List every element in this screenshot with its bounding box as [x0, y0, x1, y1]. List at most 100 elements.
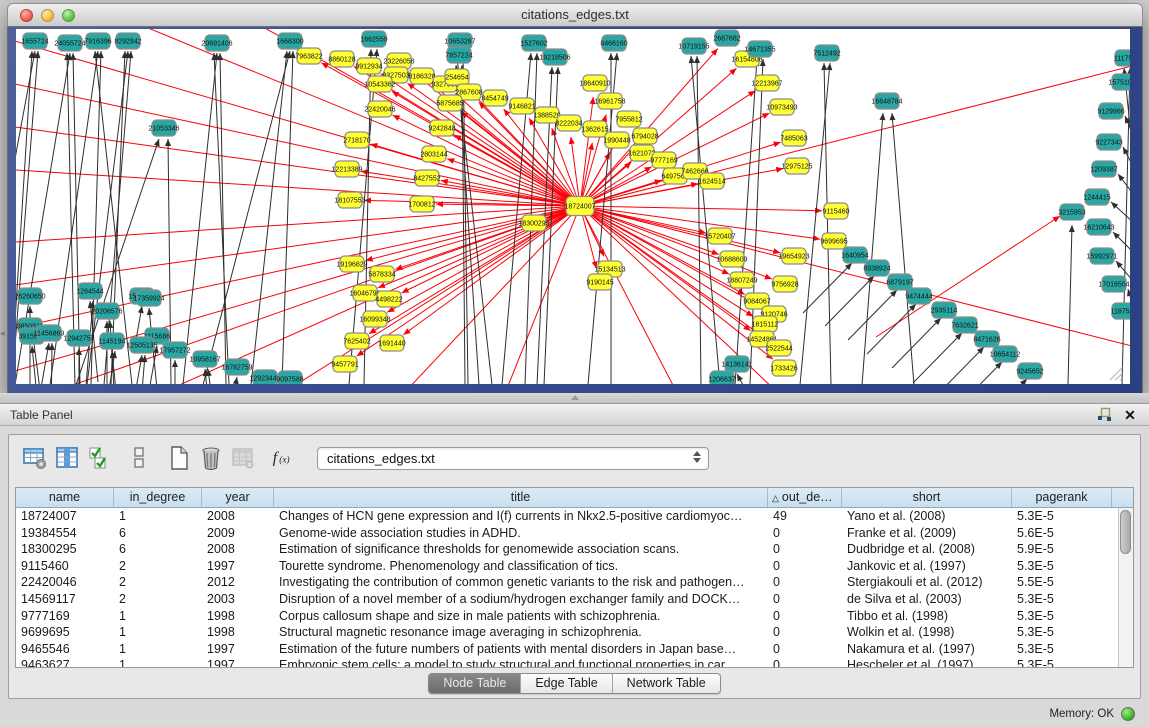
- table-cell: 1997: [202, 558, 274, 575]
- graph-node-label: 8471626: [973, 337, 1000, 344]
- graph-node-label: 1206637: [708, 377, 735, 384]
- table-row[interactable]: 2242004622012Investigating the contribut…: [16, 574, 1118, 591]
- column-header-year[interactable]: year: [202, 488, 274, 507]
- graph-node-label: 16961758: [594, 99, 625, 106]
- table-row[interactable]: 946554611997Estimation of the future num…: [16, 641, 1118, 658]
- graph-node-label: 16782759: [221, 365, 252, 372]
- status-bar: Memory: OK: [0, 700, 1149, 727]
- graph-edge: [251, 51, 287, 384]
- edge-arrowhead: [613, 53, 619, 60]
- graph-node-label: 15720407: [704, 234, 735, 241]
- split-pane-divider[interactable]: [0, 393, 1149, 403]
- edge-arrowhead: [369, 328, 377, 334]
- window-titlebar[interactable]: citations_edges.txt: [7, 3, 1143, 27]
- delete-table-button[interactable]: [197, 444, 225, 472]
- graph-edge: [395, 206, 580, 269]
- edge-arrowhead: [165, 139, 171, 146]
- zoom-window-button[interactable]: [62, 9, 75, 22]
- float-panel-icon: [1097, 407, 1112, 422]
- graph-node-label: 9699695: [820, 239, 847, 246]
- graph-node-label: 23226058: [383, 59, 414, 66]
- graph-node-label: 24055724: [54, 41, 85, 48]
- table-cell: Stergiakouli et al. (2012): [842, 574, 1012, 591]
- table-cell: 1: [114, 624, 202, 641]
- table-panel: Table Panel ✕: [0, 403, 1149, 727]
- table-cell: Disruption of a novel member of a sodium…: [274, 591, 768, 608]
- select-rows-button[interactable]: [85, 444, 113, 472]
- table-row[interactable]: 1830029562008Estimation of significance …: [16, 541, 1118, 558]
- table-row[interactable]: 977716911998Corpus callosum shape and si…: [16, 608, 1118, 625]
- table-cell: 0: [768, 558, 842, 575]
- table-row[interactable]: 969969511998Structural magnetic resonanc…: [16, 624, 1118, 641]
- minimize-window-button[interactable]: [41, 9, 54, 22]
- graph-node-label: 8454749: [481, 96, 508, 103]
- tab-node-table[interactable]: Node Table: [429, 674, 520, 693]
- table-cell: 9777169: [16, 608, 114, 625]
- table-cell: 1998: [202, 608, 274, 625]
- column-header-in_degree[interactable]: in_degree: [114, 488, 202, 507]
- graph-node-label: 9084067: [743, 299, 770, 306]
- float-panel-button[interactable]: [1095, 407, 1113, 423]
- column-header-pagerank[interactable]: pagerank: [1012, 488, 1112, 507]
- graph-node-label: 254654: [445, 75, 468, 82]
- table-row[interactable]: 1872400712008Changes of HCN gene express…: [16, 508, 1118, 525]
- table-cell: 0: [768, 591, 842, 608]
- show-columns-button[interactable]: [53, 444, 81, 472]
- edge-arrowhead: [890, 113, 896, 120]
- edge-arrowhead: [233, 377, 239, 384]
- table-row[interactable]: 946362711997Embryonic stem cells: a mode…: [16, 657, 1118, 668]
- edge-arrowhead: [551, 128, 557, 136]
- merge-tables-icon: [130, 445, 148, 471]
- column-header-title[interactable]: title: [274, 488, 768, 507]
- memory-status-indicator[interactable]: [1121, 707, 1135, 721]
- tab-network-table[interactable]: Network Table: [612, 674, 720, 693]
- edge-arrowhead: [588, 143, 594, 150]
- graph-edge: [867, 304, 916, 354]
- tab-edge-table[interactable]: Edge Table: [520, 674, 611, 693]
- graph-node-label: 1145194: [99, 339, 126, 346]
- graph-node-label: 17016504: [1098, 282, 1129, 289]
- table-row[interactable]: 911546021997Tourette syndrome. Phenomeno…: [16, 558, 1118, 575]
- edge-arrowhead: [1020, 379, 1027, 384]
- new-table-button[interactable]: [165, 444, 193, 472]
- table-settings-button[interactable]: [21, 444, 49, 472]
- table-cell: Tourette syndrome. Phenomenology and cla…: [274, 558, 768, 575]
- graph-node-label: 1691440: [378, 341, 405, 348]
- table-row[interactable]: 1938455462009Genome-wide association stu…: [16, 525, 1118, 542]
- graph-node-label: 18300295: [518, 221, 549, 228]
- close-window-button[interactable]: [20, 9, 33, 22]
- table-row[interactable]: 1456911722003Disruption of a novel membe…: [16, 591, 1118, 608]
- column-header-name[interactable]: name: [16, 488, 114, 507]
- column-header-out_de[interactable]: △out_de…: [768, 488, 842, 507]
- graph-node-label: 10688609: [716, 257, 747, 264]
- function-builder-button[interactable]: f (x): [269, 444, 297, 472]
- close-panel-button[interactable]: ✕: [1121, 407, 1139, 423]
- column-header-short[interactable]: short: [842, 488, 1012, 507]
- table-cell: Nakamura et al. (1997): [842, 641, 1012, 658]
- graph-node-label: 8292942: [114, 39, 141, 46]
- network-view[interactable]: 1872400779638228860128991293423226058932…: [16, 29, 1130, 384]
- table-cell: Embryonic stem cells: a model to study s…: [274, 657, 768, 668]
- table-cell: 5.3E-5: [1012, 641, 1112, 658]
- scrollbar-thumb[interactable]: [1120, 510, 1131, 554]
- graph-node-label: 10543362: [364, 82, 395, 89]
- table-cell: 1: [114, 508, 202, 525]
- graph-node-label: 12213389: [331, 167, 362, 174]
- graph-node-label: 10653287: [444, 39, 475, 46]
- graph-node-label: 9242848: [428, 126, 455, 133]
- graph-edge: [282, 51, 293, 384]
- resize-grip-icon[interactable]: [1108, 365, 1126, 381]
- graph-edge: [691, 56, 720, 384]
- edge-arrowhead: [1069, 225, 1075, 232]
- panel-collapse-handle[interactable]: ◂: [0, 328, 5, 339]
- graph-node-label: 15992971: [1086, 254, 1117, 261]
- merge-tables-button[interactable]: [125, 444, 153, 472]
- table-cell: Investigating the contribution of common…: [274, 574, 768, 591]
- table-select-dropdown[interactable]: citations_edges.txt: [317, 447, 709, 470]
- sort-ascending-icon: △: [772, 493, 779, 503]
- edge-arrowhead: [608, 53, 614, 60]
- table-scrollbar[interactable]: [1118, 508, 1133, 667]
- graph-node-label: 11456869: [34, 331, 65, 338]
- graph-node-label: 8860128: [328, 57, 355, 64]
- network-canvas-svg: 1872400779638228860128991293423226058932…: [16, 29, 1130, 384]
